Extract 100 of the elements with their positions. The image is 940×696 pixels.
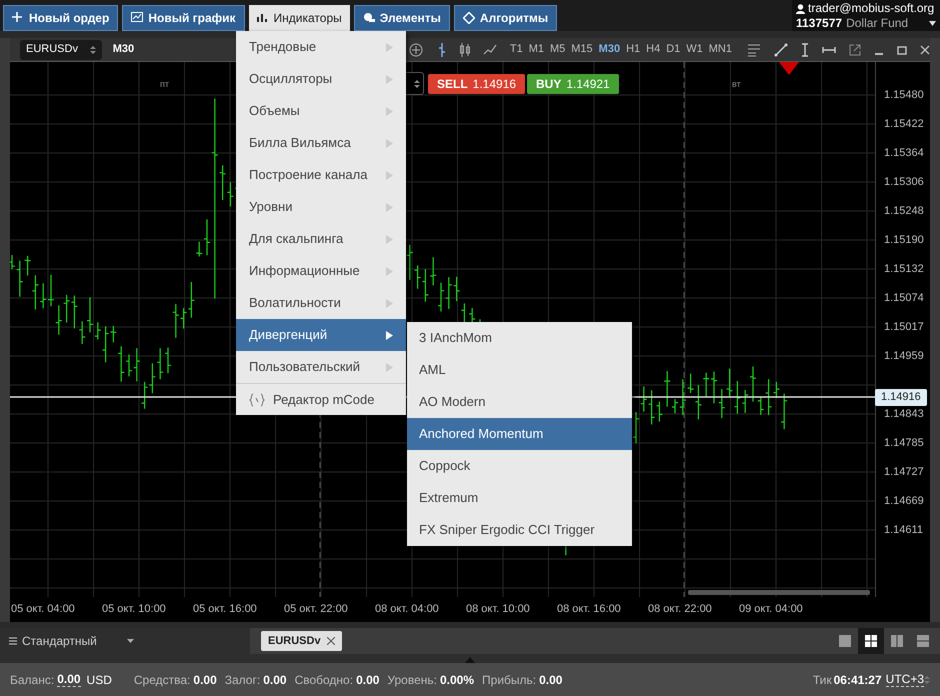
timeframe-button[interactable]: M30 <box>596 41 624 58</box>
candle-icon[interactable] <box>458 42 471 58</box>
timeframe-button[interactable]: H4 <box>643 41 664 58</box>
toolbar-button[interactable]: Новый ордер <box>3 5 118 31</box>
dropdown-icon <box>127 639 134 643</box>
toolbar-button[interactable]: Новый график <box>122 5 245 31</box>
menu-item[interactable]: FX Sniper Ergodic CCI Trigger <box>407 514 632 546</box>
time-label: 09 окт. 04:00 <box>739 602 803 617</box>
menu-item[interactable]: Extremum <box>407 482 632 514</box>
price-label: 1.15364 <box>884 147 924 160</box>
user-email[interactable]: trader@mobius-soft.org <box>808 1 934 16</box>
close-icon[interactable] <box>326 637 335 645</box>
add-circle-icon[interactable] <box>409 42 423 56</box>
close-icon[interactable] <box>920 44 930 54</box>
price-label: 1.15190 <box>884 234 924 247</box>
layout-button[interactable] <box>858 628 884 654</box>
fibonacci-icon[interactable] <box>747 42 761 56</box>
chart-tab[interactable]: EURUSDv <box>261 631 342 651</box>
field-value: 0.00% <box>440 672 474 688</box>
timeframe-button[interactable]: MN1 <box>706 41 735 58</box>
time-label: 08 окт. 22:00 <box>648 602 712 617</box>
day-label: вт <box>732 78 741 91</box>
maximize-icon[interactable] <box>897 44 907 54</box>
submenu-arrow-icon <box>386 138 393 148</box>
vertical-line-icon[interactable] <box>801 42 809 58</box>
external-icon[interactable] <box>849 44 861 56</box>
scrollbar-thumb[interactable] <box>688 590 870 595</box>
price-label: 1.15248 <box>884 205 924 218</box>
menu-item[interactable]: Anchored Momentum <box>407 418 632 450</box>
menu-item[interactable]: Дивергенций <box>236 319 406 351</box>
timeframe-label: M30 <box>112 42 134 58</box>
menu-item[interactable]: Для скальпинга <box>236 223 406 255</box>
code-braces-icon <box>249 392 265 406</box>
currency-label: USD <box>86 672 112 688</box>
submenu-arrow-icon <box>386 170 393 180</box>
menu-item[interactable]: Объемы <box>236 95 406 127</box>
toolbar-button[interactable]: Индикаторы <box>248 5 350 31</box>
field-value: 0.00 <box>263 672 287 688</box>
toolbar-button[interactable]: Алгоритмы <box>454 5 558 31</box>
dropdown-icon[interactable] <box>929 21 936 26</box>
workspace-select[interactable]: Стандартный <box>0 628 250 654</box>
spinner-icon <box>90 44 96 54</box>
time-label: 05 окт. 22:00 <box>284 602 348 617</box>
field-label: Залог: <box>224 672 260 688</box>
timeframe-button[interactable]: M15 <box>568 41 596 58</box>
tick-label: Тик <box>812 672 832 688</box>
submenu-arrow-icon <box>386 266 393 276</box>
spinner-icon <box>414 78 420 88</box>
timezone-select[interactable]: UTC+3 <box>886 672 924 686</box>
timeframe-button[interactable]: H1 <box>623 41 644 58</box>
price-label: 1.14611 <box>884 524 923 537</box>
menu-item[interactable]: Coppock <box>407 450 632 482</box>
price-label: 1.14843 <box>884 408 924 421</box>
menu-item[interactable]: AML <box>407 354 632 386</box>
submenu-arrow-icon <box>386 362 393 372</box>
menu-item[interactable]: AO Modern <box>407 386 632 418</box>
line-chart-icon[interactable] <box>482 42 497 56</box>
menu-item[interactable]: Осцилляторы <box>236 63 406 95</box>
price-label: 1.14785 <box>884 437 924 450</box>
menu-item[interactable]: Информационные <box>236 255 406 287</box>
time-label: 05 окт. 10:00 <box>102 602 166 617</box>
menu-item[interactable]: Волатильности <box>236 287 406 319</box>
menu-item[interactable]: Пользовательский <box>236 351 406 383</box>
price-label: 1.15074 <box>884 292 924 305</box>
bar-type-icon[interactable] <box>436 42 447 58</box>
trend-line-icon[interactable] <box>774 42 788 56</box>
menu-item[interactable]: Редактор mCode <box>236 383 406 415</box>
menu-item[interactable]: Построение канала <box>236 159 406 191</box>
submenu-arrow-icon <box>386 298 393 308</box>
timeframe-button[interactable]: T1 <box>506 41 526 58</box>
user-icon <box>796 4 805 14</box>
price-label: 1.15132 <box>884 263 924 276</box>
timeframe-button[interactable]: M5 <box>546 41 568 58</box>
menu-item[interactable]: Билла Вильямса <box>236 127 406 159</box>
timeframe-button[interactable]: W1 <box>683 41 706 58</box>
diamond-icon <box>462 12 475 24</box>
submenu-arrow-icon <box>386 106 393 116</box>
layout-grid-icon <box>863 633 879 649</box>
marker-triangle-icon <box>779 62 799 75</box>
price-label: 1.15480 <box>884 89 924 102</box>
field-value[interactable]: 0.00 <box>57 672 81 686</box>
timeframe-button[interactable]: M1 <box>526 41 547 58</box>
plus-icon <box>12 12 24 24</box>
field-label: Прибыль: <box>482 672 536 688</box>
symbol-select[interactable]: EURUSDv <box>20 40 102 60</box>
layout-rows-icon <box>915 633 931 649</box>
horizontal-line-icon[interactable] <box>822 46 836 54</box>
field-label: Средства: <box>134 672 190 688</box>
menu-item[interactable]: 3 IAnchMom <box>407 322 632 354</box>
current-price-label: 1.14916 <box>875 389 927 406</box>
lot-field[interactable] <box>404 72 424 95</box>
menu-item[interactable]: Трендовые <box>236 31 406 63</box>
timeframe-button[interactable]: D1 <box>663 41 684 58</box>
sell-button[interactable]: SELL 1.14916 <box>428 74 526 94</box>
price-label: 1.14727 <box>884 466 924 479</box>
submenu-arrow-icon <box>386 42 393 52</box>
time-label: 08 окт. 04:00 <box>375 602 439 617</box>
time-label: 08 окт. 16:00 <box>557 602 621 617</box>
menu-item[interactable]: Уровни <box>236 191 406 223</box>
toolbar-button[interactable]: Элементы <box>354 5 450 31</box>
